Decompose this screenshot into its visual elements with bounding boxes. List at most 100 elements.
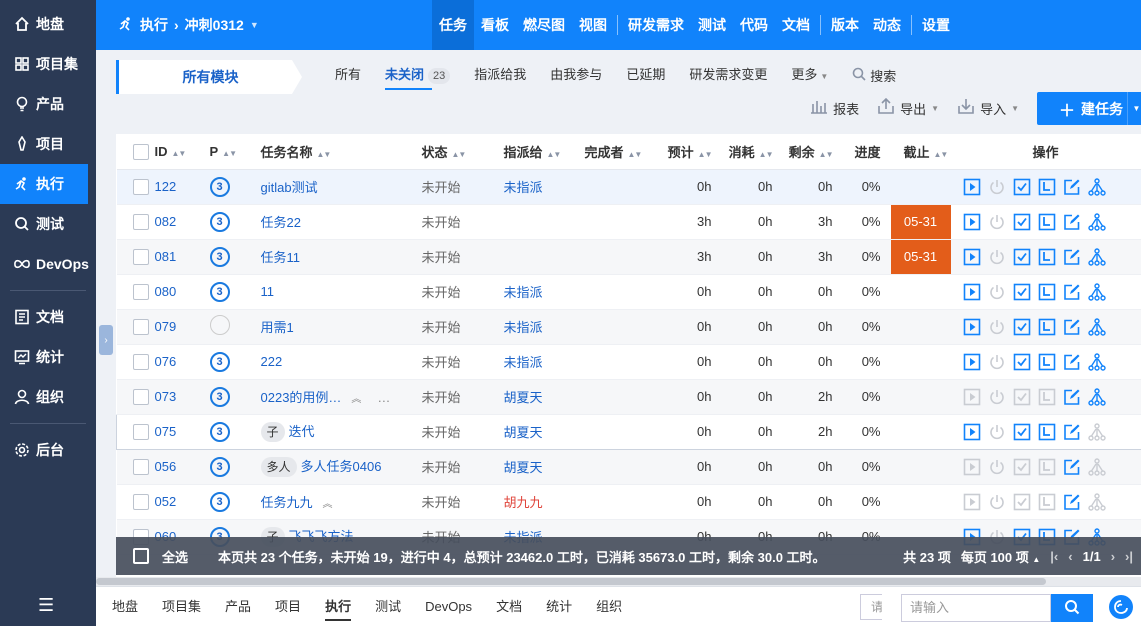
breadcrumb-section[interactable]: 执行 xyxy=(140,15,168,35)
col-consumed[interactable]: 消耗 ▲▼ xyxy=(721,134,783,170)
subtask-tree-icon[interactable] xyxy=(1088,247,1107,266)
start-task-icon[interactable] xyxy=(963,457,982,476)
row-checkbox[interactable] xyxy=(132,493,149,510)
finish-task-icon[interactable] xyxy=(1013,387,1032,406)
next-page-icon[interactable]: › xyxy=(1111,549,1115,564)
edit-icon[interactable] xyxy=(1063,422,1082,441)
task-name-link[interactable]: 用需1 xyxy=(261,320,294,335)
record-effort-icon[interactable] xyxy=(1038,387,1057,406)
subtask-tree-icon[interactable] xyxy=(1088,387,1107,406)
close-task-icon[interactable] xyxy=(988,247,1007,266)
assigned-to[interactable]: 胡夏天 xyxy=(504,460,543,475)
task-name-link[interactable]: 任务九九 xyxy=(261,495,313,510)
record-effort-icon[interactable] xyxy=(1038,282,1057,301)
edit-icon[interactable] xyxy=(1063,492,1082,511)
assigned-to[interactable]: 胡夏天 xyxy=(504,425,543,440)
start-task-icon[interactable] xyxy=(963,317,982,336)
bottom-nav-execution[interactable]: 执行 xyxy=(313,587,363,626)
table-row[interactable]: 080 3 11 未开始 未指派 0h 0h 0h 0% xyxy=(116,274,1141,310)
assigned-to[interactable]: 未指派 xyxy=(504,285,543,300)
tab-delayed[interactable]: 已延期 xyxy=(614,60,677,94)
record-effort-icon[interactable] xyxy=(1038,457,1057,476)
close-task-icon[interactable] xyxy=(988,457,1007,476)
task-name-link[interactable]: 迭代 xyxy=(289,424,315,439)
assigned-to[interactable]: 胡夏天 xyxy=(504,390,543,405)
col-name[interactable]: 任务名称 ▲▼ xyxy=(260,134,422,170)
close-task-icon[interactable] xyxy=(988,282,1007,301)
table-row[interactable]: 079 用需1 未开始 未指派 0h 0h 0h 0% xyxy=(116,309,1141,345)
record-effort-icon[interactable] xyxy=(1038,212,1057,231)
close-task-icon[interactable] xyxy=(988,212,1007,231)
sidebar-item-program[interactable]: 项目集 xyxy=(0,44,96,84)
assigned-to[interactable]: 未指派 xyxy=(504,180,543,195)
tab-unclosed[interactable]: 未关闭 23 xyxy=(373,60,462,94)
per-page-selector[interactable]: 每页 100 项 ▲ xyxy=(961,547,1040,566)
sidebar-item-dashboard[interactable]: 地盘 xyxy=(0,4,96,44)
assigned-to[interactable]: 胡九九 xyxy=(504,495,543,510)
row-checkbox[interactable] xyxy=(132,248,149,265)
col-deadline[interactable]: 截止 ▲▼ xyxy=(890,134,953,170)
subtask-tree-icon[interactable] xyxy=(1088,177,1107,196)
edit-icon[interactable] xyxy=(1063,212,1082,231)
col-id[interactable]: ID ▲▼ xyxy=(154,134,210,170)
nav-task[interactable]: 任务 xyxy=(432,0,474,50)
col-pri[interactable]: P ▲▼ xyxy=(209,134,261,170)
nav-build[interactable]: 版本 xyxy=(824,0,866,50)
task-name-link[interactable]: 222 xyxy=(261,354,283,369)
task-id[interactable]: 082 xyxy=(155,214,177,229)
select-all-label[interactable]: 全选 xyxy=(162,547,218,566)
task-name-link[interactable]: 11 xyxy=(261,284,275,299)
edit-icon[interactable] xyxy=(1063,177,1082,196)
edit-icon[interactable] xyxy=(1063,282,1082,301)
bottom-nav-org[interactable]: 组织 xyxy=(584,587,634,626)
bottom-nav-doc[interactable]: 文档 xyxy=(484,587,534,626)
subtask-tree-icon[interactable] xyxy=(1088,492,1107,511)
finish-task-icon[interactable] xyxy=(1013,422,1032,441)
bottom-nav-dashboard[interactable]: 地盘 xyxy=(100,587,150,626)
module-selector[interactable]: 所有模块 xyxy=(116,60,302,94)
sidebar-item-execution[interactable]: 执行 xyxy=(0,164,88,204)
nav-kanban[interactable]: 看板 xyxy=(474,0,516,50)
bottom-nav-project[interactable]: 项目 xyxy=(263,587,313,626)
app-logo-icon[interactable] xyxy=(1109,595,1133,619)
col-status[interactable]: 状态 ▲▼ xyxy=(421,134,504,170)
task-id[interactable]: 079 xyxy=(155,319,177,334)
row-checkbox[interactable] xyxy=(132,283,149,300)
global-search-input[interactable]: 请输入 xyxy=(901,594,1051,622)
search-toggle[interactable]: 搜索 xyxy=(840,60,908,94)
task-id[interactable]: 052 xyxy=(155,494,177,509)
menu-collapse-icon[interactable]: ☰ xyxy=(38,595,54,616)
close-task-icon[interactable] xyxy=(988,492,1007,511)
bottom-nav-product[interactable]: 产品 xyxy=(213,587,263,626)
row-checkbox[interactable] xyxy=(132,353,149,370)
record-effort-icon[interactable] xyxy=(1038,422,1057,441)
table-row[interactable]: 122 3 gitlab测试 未开始 未指派 0h 0h 0h 0% xyxy=(116,169,1141,205)
chevron-down-icon[interactable]: ▼ xyxy=(250,20,259,30)
search-type-selector[interactable]: 请 xyxy=(860,594,882,620)
subtask-tree-icon[interactable] xyxy=(1088,422,1107,441)
create-task-button[interactable]: ＋ 建任务 ▼ xyxy=(1037,92,1141,125)
record-effort-icon[interactable] xyxy=(1038,492,1057,511)
sidebar-item-product[interactable]: 产品 xyxy=(0,84,96,124)
task-name-link[interactable]: 0223的用例… xyxy=(261,390,342,405)
tab-assigned-to-me[interactable]: 指派给我 xyxy=(462,60,538,94)
bottom-nav-program[interactable]: 项目集 xyxy=(150,587,213,626)
start-task-icon[interactable] xyxy=(963,212,982,231)
sidebar-item-admin[interactable]: 后台 xyxy=(0,430,96,470)
execution-switcher[interactable]: 冲刺0312 xyxy=(185,15,244,35)
tab-involved[interactable]: 由我参与 xyxy=(538,60,614,94)
assigned-to[interactable]: 未指派 xyxy=(504,355,543,370)
tab-more[interactable]: 更多 ▼ xyxy=(779,60,840,94)
bottom-nav-devops[interactable]: DevOps xyxy=(413,587,484,626)
chevron-down-icon[interactable]: ▼ xyxy=(1127,92,1141,125)
close-task-icon[interactable] xyxy=(988,317,1007,336)
record-effort-icon[interactable] xyxy=(1038,247,1057,266)
edit-icon[interactable] xyxy=(1063,317,1082,336)
start-task-icon[interactable] xyxy=(963,387,982,406)
finish-task-icon[interactable] xyxy=(1013,317,1032,336)
export-button[interactable]: 导出 ▼ xyxy=(877,97,939,119)
horizontal-scrollbar[interactable] xyxy=(96,577,1141,586)
scrollbar-thumb[interactable] xyxy=(96,578,1046,585)
subtask-tree-icon[interactable] xyxy=(1088,212,1107,231)
prev-page-icon[interactable]: ‹ xyxy=(1068,549,1072,564)
